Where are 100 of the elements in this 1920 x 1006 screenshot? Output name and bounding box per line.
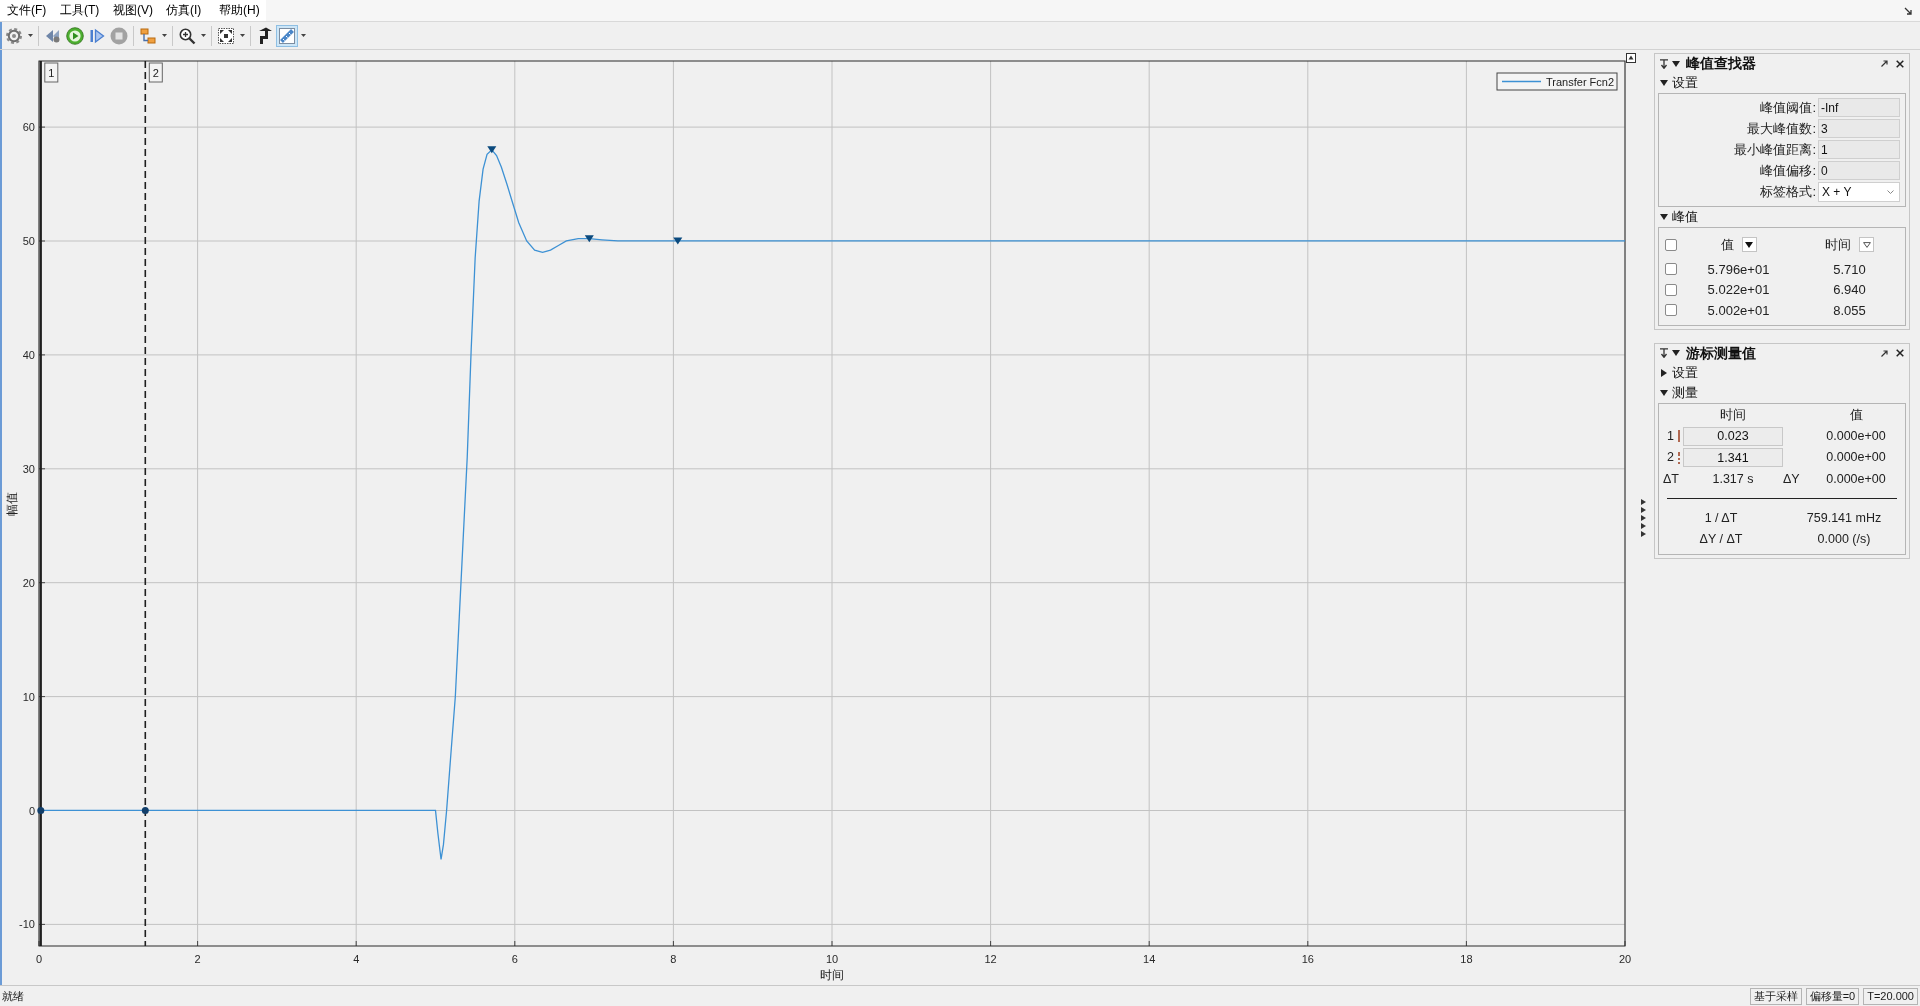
column-header: 值 bbox=[1848, 407, 1864, 425]
peak-time: 8.055 bbox=[1832, 301, 1867, 320]
tick-label: 0 bbox=[28, 804, 35, 817]
arrow-bar-icon[interactable] bbox=[1660, 58, 1668, 69]
checkbox[interactable] bbox=[1665, 304, 1677, 317]
field-label: 标签格式: bbox=[1759, 182, 1817, 201]
peak-value: 5.022e+01 bbox=[1706, 281, 1771, 299]
menu-item[interactable]: 工具(T) bbox=[54, 0, 107, 21]
sort-button[interactable] bbox=[1741, 237, 1757, 252]
grip-handle-icon[interactable] bbox=[1640, 498, 1646, 537]
legend-label: Transfer Fcn2 bbox=[1546, 75, 1615, 88]
checkbox[interactable] bbox=[1665, 283, 1677, 296]
label-format-dropdown[interactable]: X + Y bbox=[1818, 181, 1900, 202]
setting-field[interactable]: -Inf bbox=[1818, 98, 1900, 117]
column-header: 时间 bbox=[1825, 235, 1851, 254]
diagonal-arrow-icon[interactable] bbox=[1881, 349, 1888, 357]
field-label: 峰值阈值: bbox=[1759, 98, 1817, 117]
status-item: 偏移量=0 bbox=[1805, 987, 1860, 1005]
column-header: 值 bbox=[1720, 235, 1734, 254]
section-toggle[interactable]: 设置 bbox=[1655, 362, 1909, 383]
close-icon[interactable] bbox=[1896, 349, 1904, 357]
tick-label: 10 bbox=[22, 690, 35, 703]
measure-label: ΔY / ΔT bbox=[1698, 530, 1744, 548]
tick-label: 14 bbox=[1143, 953, 1156, 965]
peak-marker-icon bbox=[584, 235, 594, 243]
delta-value: 1.317 s bbox=[1711, 470, 1755, 488]
column-header: 时间 bbox=[1719, 407, 1747, 425]
field-label: 最大峰值数: bbox=[1746, 119, 1817, 138]
caret-icon bbox=[27, 34, 33, 37]
caret-icon bbox=[161, 34, 167, 37]
setting-field[interactable]: 1 bbox=[1818, 140, 1900, 159]
cursor-number: 2 bbox=[1667, 449, 1674, 467]
menu-item[interactable]: 文件(F) bbox=[1, 0, 54, 21]
caret-icon bbox=[1887, 189, 1894, 194]
peak-marker-icon bbox=[673, 237, 683, 245]
cursor-label: 1 bbox=[44, 62, 59, 83]
caret-icon bbox=[200, 34, 206, 37]
tick-label: 18 bbox=[1460, 953, 1473, 965]
tick-label: 30 bbox=[22, 462, 35, 475]
diagonal-arrow-icon[interactable] bbox=[1904, 6, 1912, 15]
peak-marker-icon bbox=[487, 146, 497, 154]
delta-value: 0.000e+00 bbox=[1825, 470, 1887, 488]
tick-label: 10 bbox=[825, 953, 839, 965]
cursor-value: 0.000e+00 bbox=[1825, 427, 1887, 445]
cursor-point-icon bbox=[37, 807, 45, 814]
measure-label: 1 / ΔT bbox=[1703, 509, 1739, 527]
measure-value: 759.141 mHz bbox=[1805, 509, 1883, 527]
delta-label: ΔT bbox=[1662, 470, 1680, 488]
tick-label: 16 bbox=[1301, 953, 1314, 965]
setting-field[interactable]: 0 bbox=[1818, 161, 1900, 180]
cursor-number: 1 bbox=[1667, 427, 1674, 445]
caret-down-icon[interactable] bbox=[1672, 59, 1680, 68]
tick-label: 20 bbox=[1618, 953, 1632, 965]
section-toggle[interactable]: 设置 bbox=[1655, 73, 1909, 93]
field-label: 峰值偏移: bbox=[1759, 161, 1817, 180]
diagonal-arrow-icon[interactable] bbox=[1881, 60, 1888, 67]
menu-item[interactable]: 帮助(H) bbox=[213, 0, 266, 21]
peak-value: 5.796e+01 bbox=[1706, 260, 1771, 279]
checkbox[interactable] bbox=[1665, 238, 1677, 251]
peak-value: 5.002e+01 bbox=[1706, 301, 1771, 320]
cursor-time-field[interactable]: 1.341 bbox=[1683, 448, 1783, 467]
tick-label: -10 bbox=[19, 918, 35, 931]
cursor-value: 0.000e+00 bbox=[1825, 449, 1887, 467]
cursor-line[interactable] bbox=[144, 60, 147, 947]
legend-swatch-icon bbox=[1501, 80, 1542, 83]
axis-label: 幅值 bbox=[5, 491, 19, 516]
setting-field[interactable]: 3 bbox=[1818, 119, 1900, 138]
tick-label: 2 bbox=[194, 953, 201, 965]
tick-label: 20 bbox=[22, 576, 35, 589]
status-text: 就绪 bbox=[2, 988, 24, 1004]
caret-down-icon[interactable] bbox=[1672, 349, 1680, 357]
tick-label: 12 bbox=[984, 953, 997, 965]
cursor-time-field[interactable]: 0.023 bbox=[1683, 426, 1783, 446]
section-toggle[interactable]: 峰值 bbox=[1655, 207, 1909, 227]
panel-title: 游标测量值 bbox=[1686, 343, 1756, 363]
close-icon[interactable] bbox=[1896, 59, 1904, 68]
caret-icon bbox=[300, 34, 306, 37]
tick-label: 8 bbox=[670, 953, 677, 965]
tick-label: 4 bbox=[353, 953, 360, 965]
panel-title: 峰值查找器 bbox=[1686, 54, 1756, 73]
tick-label: 50 bbox=[22, 235, 35, 247]
arrow-bar-icon[interactable] bbox=[1660, 348, 1668, 358]
cursor-point-icon bbox=[141, 807, 149, 814]
status-item: T=20.000 bbox=[1863, 987, 1918, 1005]
cursor-label: 2 bbox=[148, 62, 163, 83]
tick-label: 6 bbox=[511, 953, 518, 965]
axis-label: 时间 bbox=[820, 968, 844, 982]
peak-time: 5.710 bbox=[1832, 260, 1867, 279]
tick-label: 60 bbox=[22, 121, 35, 134]
menu-item[interactable]: 视图(V) bbox=[107, 0, 160, 21]
tick-label: 0 bbox=[35, 953, 43, 965]
square-arrow-icon[interactable] bbox=[1626, 53, 1636, 63]
checkbox[interactable] bbox=[1665, 263, 1677, 276]
peak-time: 6.940 bbox=[1832, 281, 1867, 299]
measure-value: 0.000 (/s) bbox=[1816, 530, 1872, 548]
menu-item[interactable]: 仿真(I) bbox=[160, 0, 213, 21]
status-item: 基于采样 bbox=[1749, 987, 1802, 1005]
section-toggle[interactable]: 测量 bbox=[1655, 382, 1909, 403]
tick-label: 40 bbox=[22, 348, 35, 361]
caret-icon bbox=[239, 34, 245, 37]
